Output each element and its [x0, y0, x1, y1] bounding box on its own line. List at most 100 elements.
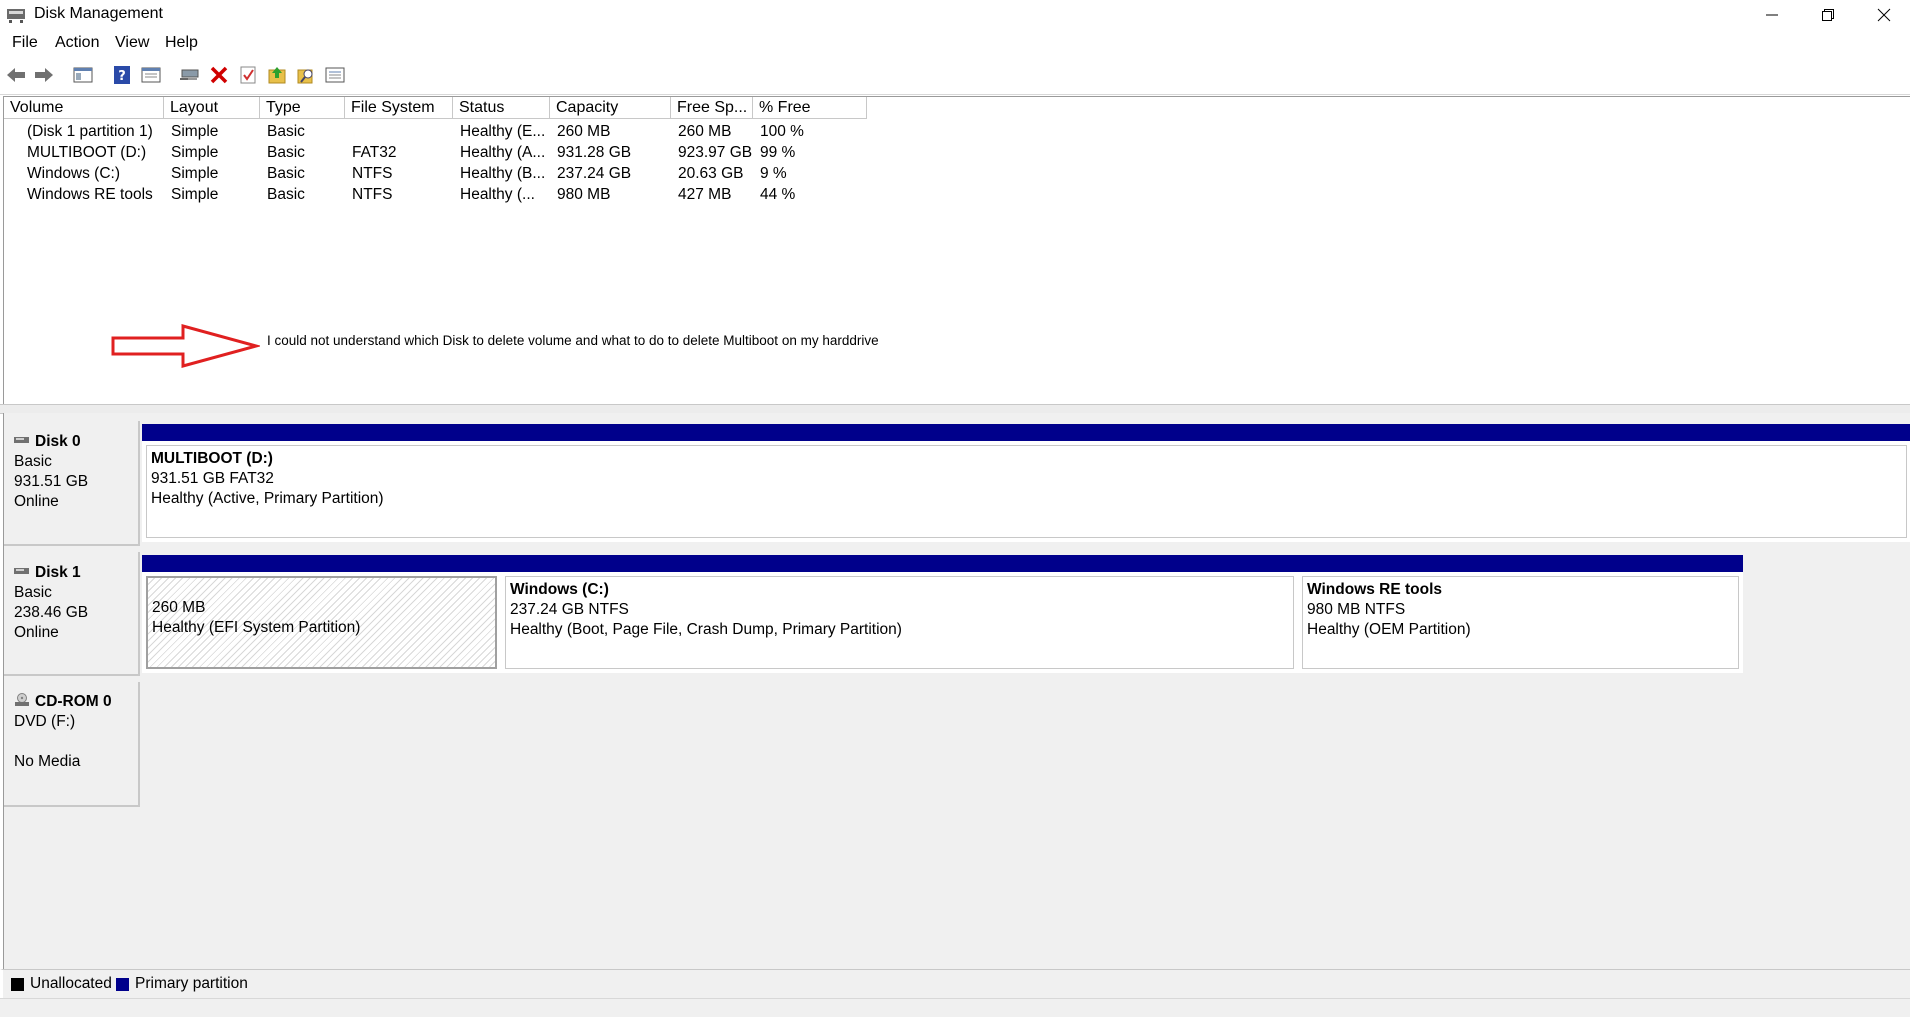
cell-capacity: 980 MB [557, 186, 611, 203]
cell-type: Basic [267, 123, 305, 140]
export-icon[interactable] [264, 62, 290, 88]
col-percent-free[interactable]: % Free [753, 97, 867, 119]
disk-icon [14, 562, 30, 574]
title-bar: Disk Management [0, 0, 1910, 30]
cell-capacity: 237.24 GB [557, 165, 632, 182]
volume-drive-icon [8, 167, 24, 175]
col-type[interactable]: Type [260, 97, 345, 119]
disk-name: Disk 0 [35, 433, 81, 450]
table-row[interactable]: Windows RE tools Simple Basic NTFS Healt… [4, 184, 1004, 205]
partition-box: 260 MB Healthy (EFI System Partition) [146, 576, 497, 669]
table-row[interactable]: (Disk 1 partition 1) Simple Basic Health… [4, 121, 1004, 142]
cell-percent-free: 100 % [760, 123, 804, 140]
primary-partition-bar [142, 555, 501, 572]
col-file-system[interactable]: File System [345, 97, 453, 119]
table-row[interactable]: Windows (C:) Simple Basic NTFS Healthy (… [4, 163, 1004, 184]
cell-percent-free: 99 % [760, 144, 796, 161]
partition-status: Healthy (EFI System Partition) [152, 619, 361, 636]
col-status[interactable]: Status [453, 97, 550, 119]
legend-label-unallocated: Unallocated [30, 975, 112, 992]
cell-percent-free: 44 % [760, 186, 796, 203]
restore-button[interactable] [1800, 0, 1856, 30]
partition-name: Windows (C:) [510, 581, 609, 598]
partition-status: Healthy (Active, Primary Partition) [151, 490, 384, 507]
partition-efi[interactable]: 260 MB Healthy (EFI System Partition) [142, 555, 501, 673]
legend-swatch-primary [116, 978, 129, 991]
cell-free-space: 260 MB [678, 123, 732, 140]
window-title: Disk Management [34, 5, 163, 22]
annotation: I could not understand which Disk to del… [0, 318, 1000, 368]
cell-file-system: FAT32 [352, 144, 397, 161]
menu-view[interactable]: View [115, 34, 149, 52]
partition-multiboot-d[interactable]: MULTIBOOT (D:) 931.51 GB FAT32 Healthy (… [142, 424, 1910, 542]
cell-file-system: NTFS [352, 165, 393, 182]
partition-size: 260 MB [152, 599, 206, 616]
cell-free-space: 923.97 GB [678, 144, 753, 161]
partition-windows-c[interactable]: Windows (C:) 237.24 GB NTFS Healthy (Boo… [501, 555, 1298, 673]
console-tree-icon[interactable] [70, 62, 96, 88]
partition-size: 980 MB NTFS [1307, 601, 1406, 618]
partition-size: 237.24 GB NTFS [510, 601, 629, 618]
cell-type: Basic [267, 165, 305, 182]
delete-icon[interactable] [206, 62, 232, 88]
partition-status: Healthy (Boot, Page File, Crash Dump, Pr… [510, 621, 902, 638]
cell-capacity: 931.28 GB [557, 144, 632, 161]
disk-kind: DVD (F:) [14, 713, 76, 730]
disk-size: 931.51 GB [14, 473, 89, 490]
cell-type: Basic [267, 144, 305, 161]
disk-kind: Basic [14, 453, 52, 470]
search-icon[interactable] [293, 62, 319, 88]
disk-state: No Media [14, 753, 81, 770]
cell-status: Healthy (E... [460, 123, 546, 140]
disk-size: 238.46 GB [14, 604, 89, 621]
disk-graphical-view: Disk 0 Basic 931.51 GB Online MULTIBOOT … [3, 413, 1910, 969]
partition-status: Healthy (OEM Partition) [1307, 621, 1471, 638]
col-free-space[interactable]: Free Sp... [671, 97, 753, 119]
col-volume[interactable]: Volume [4, 97, 164, 119]
toolbar: ? [0, 57, 1910, 95]
cell-layout: Simple [171, 144, 219, 161]
cdrom-0-label[interactable]: CD-ROM 0 DVD (F:) No Media [4, 682, 140, 807]
cell-volume: Windows RE tools [27, 186, 153, 203]
menu-help[interactable]: Help [165, 34, 198, 52]
partition-name: MULTIBOOT (D:) [151, 450, 273, 467]
disk-0-label[interactable]: Disk 0 Basic 931.51 GB Online [4, 421, 140, 546]
partition-box: Windows (C:) 237.24 GB NTFS Healthy (Boo… [505, 576, 1294, 669]
disk-name: CD-ROM 0 [35, 693, 112, 710]
primary-partition-bar [501, 555, 1298, 572]
partition-size: 931.51 GB FAT32 [151, 470, 274, 487]
cell-layout: Simple [171, 165, 219, 182]
disk-1-label[interactable]: Disk 1 Basic 238.46 GB Online [4, 552, 140, 676]
table-row[interactable]: MULTIBOOT (D:) Simple Basic FAT32 Health… [4, 142, 1004, 163]
volume-drive-icon [8, 188, 24, 196]
primary-partition-bar [142, 424, 1910, 441]
legend-swatch-unallocated [11, 978, 24, 991]
cell-free-space: 427 MB [678, 186, 732, 203]
close-button[interactable] [1856, 0, 1910, 30]
cell-status: Healthy (B... [460, 165, 546, 182]
cell-file-system: NTFS [352, 186, 393, 203]
list-icon[interactable] [322, 62, 348, 88]
legend-label-primary: Primary partition [135, 975, 248, 992]
partition-box: Windows RE tools 980 MB NTFS Healthy (OE… [1302, 576, 1739, 669]
menu-action[interactable]: Action [55, 34, 99, 52]
partition-windows-re-tools[interactable]: Windows RE tools 980 MB NTFS Healthy (OE… [1298, 555, 1743, 673]
col-layout[interactable]: Layout [164, 97, 260, 119]
partition-box: MULTIBOOT (D:) 931.51 GB FAT32 Healthy (… [146, 445, 1907, 538]
menu-file[interactable]: File [12, 34, 38, 52]
legend: Unallocated Primary partition [0, 969, 1910, 998]
primary-partition-bar [1298, 555, 1743, 572]
connect-icon[interactable] [177, 62, 203, 88]
help-icon[interactable]: ? [109, 62, 135, 88]
check-icon[interactable] [235, 62, 261, 88]
col-capacity[interactable]: Capacity [550, 97, 671, 119]
cell-volume: Windows (C:) [27, 165, 121, 182]
back-icon[interactable] [3, 62, 29, 88]
red-arrow-icon [111, 324, 260, 368]
volume-drive-icon [8, 146, 24, 154]
minimize-button[interactable] [1744, 0, 1800, 30]
properties-icon[interactable] [138, 62, 164, 88]
cdrom-icon [14, 693, 30, 707]
forward-icon[interactable] [31, 62, 57, 88]
disk-state: Online [14, 624, 59, 641]
